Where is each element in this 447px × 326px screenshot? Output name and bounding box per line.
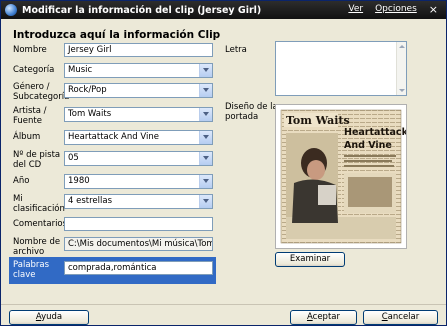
lyrics-scrollbar[interactable] bbox=[396, 42, 406, 95]
menu-ver[interactable]: Ver bbox=[348, 4, 363, 15]
genero-value: Rock/Pop bbox=[68, 85, 107, 95]
chevron-down-icon[interactable] bbox=[199, 131, 212, 144]
album-select[interactable]: Heartattack And Vine bbox=[64, 130, 213, 145]
artista-value: Tom Waits bbox=[68, 109, 112, 119]
aceptar-rest: ceptar bbox=[312, 312, 340, 322]
cancelar-button[interactable]: Cancelar bbox=[363, 310, 438, 325]
chevron-down-icon[interactable] bbox=[199, 108, 212, 121]
ayuda-rest: yuda bbox=[41, 312, 63, 322]
archivo-field: C:\Mis documentos\Mi música\Tom Wa bbox=[64, 237, 213, 251]
cancelar-rest: ancelar bbox=[387, 312, 420, 322]
title-bar: Modificar la información del clip (Jerse… bbox=[1, 1, 446, 19]
scroll-down-icon[interactable] bbox=[399, 89, 405, 92]
album-label: Álbum bbox=[13, 132, 41, 142]
archivo-label: Nombre de archivo bbox=[13, 237, 60, 257]
ayuda-button[interactable]: Ayuda bbox=[9, 310, 89, 325]
chevron-down-icon[interactable] bbox=[199, 84, 212, 97]
letra-label: Letra bbox=[225, 45, 247, 55]
close-icon[interactable]: × bbox=[429, 4, 438, 15]
genero-label: Género / Subcategoría bbox=[13, 82, 69, 102]
cover-label-line1: Diseño de la bbox=[225, 102, 278, 112]
genero-select[interactable]: Rock/Pop bbox=[64, 83, 213, 98]
title-menu: Ver Opciones × bbox=[348, 4, 438, 15]
chevron-down-icon[interactable] bbox=[199, 175, 212, 188]
pista-label: Nº de pista del CD bbox=[13, 150, 60, 170]
clasificacion-select[interactable]: 4 estrellas bbox=[64, 194, 213, 209]
clasificacion-value: 4 estrellas bbox=[68, 196, 112, 206]
cover-art-frame[interactable]: Tom Waits Heartattack And Vine bbox=[275, 104, 409, 249]
cover-album-line2: And Vine bbox=[344, 140, 392, 151]
dialog-window: Modificar la información del clip (Jerse… bbox=[0, 0, 447, 326]
app-icon bbox=[5, 4, 17, 16]
palabras-label-line2: clave bbox=[13, 270, 36, 280]
categoria-value: Music bbox=[68, 65, 93, 75]
pista-label-line1: Nº de pista bbox=[13, 150, 61, 160]
palabras-label: Palabras clave bbox=[13, 260, 49, 280]
pista-label-line2: del CD bbox=[13, 160, 42, 170]
aceptar-button[interactable]: Aceptar bbox=[290, 310, 357, 325]
comentarios-input[interactable] bbox=[64, 217, 213, 231]
artista-label: Artista / Fuente bbox=[13, 106, 47, 126]
cover-album-line1: Heartattack bbox=[344, 127, 406, 138]
cover-label: Diseño de la portada bbox=[225, 102, 278, 122]
nombre-input[interactable]: Jersey Girl bbox=[64, 43, 213, 57]
scroll-up-icon[interactable] bbox=[399, 45, 405, 48]
menu-opciones[interactable]: Opciones bbox=[375, 4, 417, 15]
palabras-label-line1: Palabras bbox=[13, 260, 50, 270]
footer-divider bbox=[1, 304, 446, 305]
nombre-label: Nombre bbox=[13, 45, 47, 55]
clasificacion-label: Mi clasificación bbox=[13, 194, 65, 214]
chevron-down-icon[interactable] bbox=[199, 195, 212, 208]
artista-label-line1: Artista / bbox=[13, 106, 47, 116]
window-title: Modificar la información del clip (Jerse… bbox=[22, 4, 262, 16]
genero-label-line1: Género / bbox=[13, 82, 50, 92]
cover-art-image: Tom Waits Heartattack And Vine bbox=[280, 109, 409, 244]
artista-select[interactable]: Tom Waits bbox=[64, 107, 213, 122]
cover-artist-text: Tom Waits bbox=[286, 114, 350, 127]
palabras-input[interactable]: comprada,romántica bbox=[64, 261, 213, 275]
chevron-down-icon[interactable] bbox=[199, 152, 212, 165]
pista-select[interactable]: 05 bbox=[64, 151, 213, 166]
ano-select[interactable]: 1980 bbox=[64, 174, 213, 189]
genero-label-line2: Subcategoría bbox=[13, 92, 70, 102]
artista-label-line2: Fuente bbox=[13, 116, 42, 126]
cover-label-line2: portada bbox=[225, 112, 259, 122]
clasificacion-label-line2: clasificación bbox=[13, 204, 65, 214]
ano-label: Año bbox=[13, 176, 30, 186]
clasificacion-label-line1: Mi bbox=[13, 194, 23, 204]
archivo-label-line1: Nombre de bbox=[13, 237, 61, 247]
examinar-button[interactable]: Examinar bbox=[275, 252, 345, 267]
archivo-label-line2: archivo bbox=[13, 247, 45, 257]
ano-value: 1980 bbox=[68, 176, 90, 186]
pista-value: 05 bbox=[68, 153, 79, 163]
lyrics-textarea[interactable] bbox=[275, 41, 407, 96]
chevron-down-icon[interactable] bbox=[199, 64, 212, 77]
categoria-label: Categoría bbox=[13, 65, 55, 75]
categoria-select[interactable]: Music bbox=[64, 63, 213, 78]
album-value: Heartattack And Vine bbox=[68, 132, 159, 142]
palabras-row: Palabras clave comprada,romántica bbox=[9, 257, 216, 284]
form-heading: Introduzca aquí la información Clip bbox=[13, 29, 221, 41]
comentarios-label: Comentarios bbox=[13, 219, 68, 229]
